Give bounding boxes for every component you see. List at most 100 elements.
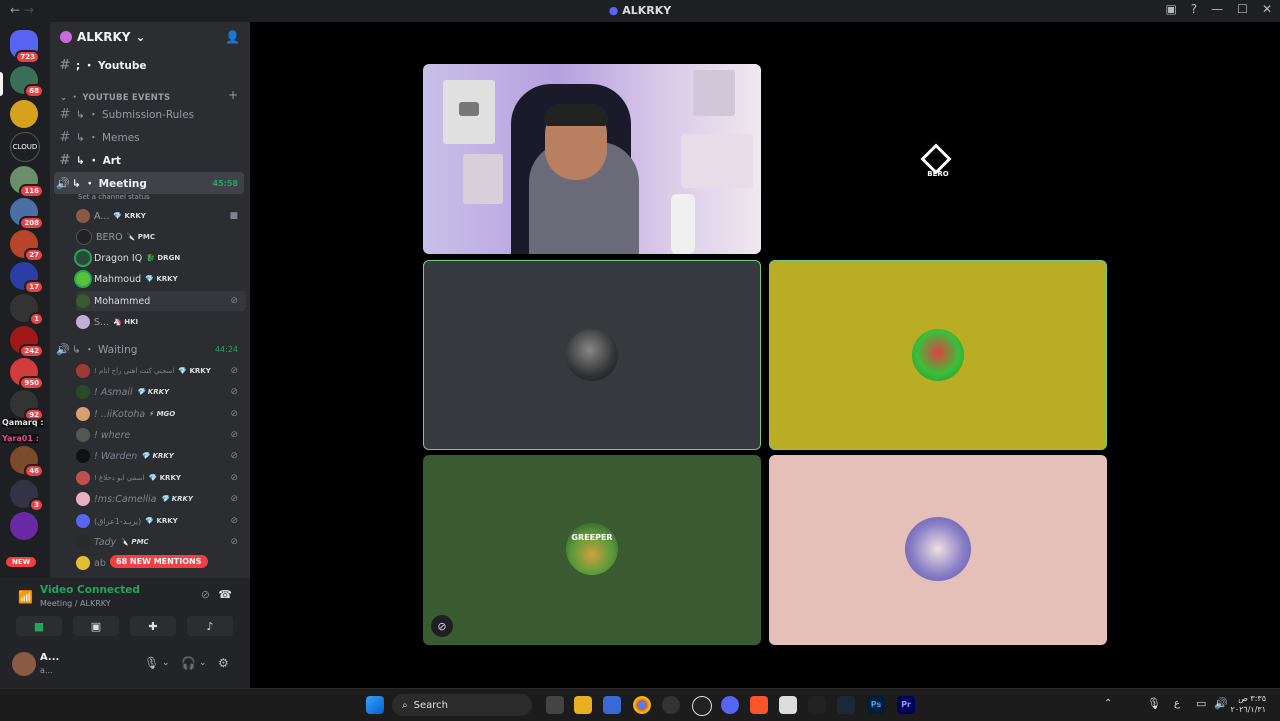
- add-channel-icon[interactable]: +: [228, 88, 238, 102]
- system-clock[interactable]: ٣:٣٥ ص ٢٠٢٦/١/٣١: [1231, 693, 1266, 715]
- server-icon[interactable]: 46: [10, 446, 44, 478]
- channel-youtube[interactable]: #; ・ Youtube: [54, 55, 244, 75]
- video-tile-user[interactable]: [769, 455, 1107, 645]
- help-icon[interactable]: ?: [1191, 2, 1197, 16]
- channel-art[interactable]: # ↳ ・ Art: [54, 150, 244, 170]
- video-tile-user[interactable]: [423, 260, 761, 450]
- voice-member[interactable]: Mahmoud 💎 KRKY: [76, 269, 246, 289]
- capcut-icon[interactable]: [808, 696, 826, 714]
- signal-icon[interactable]: 📶: [18, 590, 33, 604]
- avatar[interactable]: [12, 652, 36, 676]
- discord-icon[interactable]: [721, 696, 739, 714]
- server-icon[interactable]: 1: [10, 294, 44, 326]
- mic-off-icon: ⊘: [230, 366, 238, 376]
- cloud-server-icon[interactable]: CLOUD: [10, 132, 40, 162]
- headphones-icon[interactable]: 🎧: [181, 656, 196, 670]
- add-member-icon[interactable]: 👤: [225, 30, 240, 44]
- screen-share-button[interactable]: ▣: [73, 616, 119, 636]
- voice-member[interactable]: ! Warden 💎 KRKY ⊘: [76, 446, 246, 466]
- user-panel: A... a... 🎙 ⌄ 🎧 ⌄ ⚙: [0, 642, 250, 688]
- new-badge[interactable]: NEW: [6, 557, 37, 567]
- connected-channel[interactable]: Meeting / ALKRKY: [40, 599, 111, 608]
- settings-icon[interactable]: ⚙: [218, 656, 229, 670]
- server-icon[interactable]: 242: [10, 326, 44, 358]
- language-indicator[interactable]: ع: [1174, 698, 1180, 709]
- network-icon[interactable]: ▭: [1196, 697, 1206, 710]
- app-icon[interactable]: [692, 696, 712, 716]
- file-explorer-icon[interactable]: [574, 696, 592, 714]
- video-tile-user[interactable]: [769, 260, 1107, 450]
- channel-status[interactable]: Set a channel status: [78, 193, 150, 201]
- server-icon[interactable]: [10, 100, 38, 128]
- channel-submission-rules[interactable]: # ↳ ・ Submission-Rules: [54, 104, 244, 124]
- voice-member[interactable]: (يريـد-1عراق) 💎 KRKY ⊘: [76, 511, 246, 531]
- disconnect-icon[interactable]: ☎: [218, 588, 232, 601]
- volume-icon[interactable]: 🔊: [1214, 697, 1228, 710]
- task-view-icon[interactable]: [546, 696, 564, 714]
- chrome-icon[interactable]: [633, 696, 651, 714]
- voice-channel-meeting[interactable]: 🔊 ↳ ・ Meeting 45:58: [54, 172, 244, 194]
- voice-member[interactable]: Mohammed ⊘: [76, 291, 246, 311]
- noise-suppression-icon[interactable]: ⊘: [201, 588, 210, 601]
- voice-member[interactable]: BERO 🔪 PMC: [76, 227, 246, 247]
- server-icon[interactable]: 92: [10, 390, 44, 422]
- voice-channel-waiting[interactable]: 🔊 ↳ ・ Waiting 44:24: [54, 338, 244, 360]
- app-icon[interactable]: [779, 696, 797, 714]
- activities-button[interactable]: ✚: [130, 616, 176, 636]
- steam-icon[interactable]: [837, 696, 855, 714]
- minimize-button[interactable]: —: [1211, 2, 1223, 16]
- video-tile-user[interactable]: GREEPER ⊘: [423, 455, 761, 645]
- chevron-down-icon: ⌄: [60, 93, 71, 103]
- video-tile-webcam[interactable]: [423, 64, 761, 254]
- title-bar: ← → ● ALKRKY ▣ ? — ☐ ✕: [0, 0, 1280, 22]
- server-icon[interactable]: 116: [10, 166, 44, 198]
- windows-start-icon[interactable]: [366, 696, 384, 714]
- maximize-button[interactable]: ☐: [1237, 2, 1248, 16]
- voice-member[interactable]: ! اسمي ابو دحلاغ 💎 KRKY ⊘: [76, 468, 246, 488]
- close-button[interactable]: ✕: [1262, 2, 1272, 16]
- camera-button[interactable]: ■: [16, 616, 62, 636]
- voice-member[interactable]: !ms:Camellia 💎 KRKY ⊘: [76, 489, 246, 509]
- voice-member[interactable]: ! ..iiKotoha ⚡ MGO ⊘: [76, 404, 246, 424]
- category-youtube-events[interactable]: ⌄ ・ YOUTUBE EVENTS: [60, 91, 170, 103]
- video-icon: ■: [229, 211, 238, 221]
- server-icon[interactable]: 17: [10, 262, 44, 294]
- mic-off-icon: ⊘: [230, 296, 238, 306]
- server-icon[interactable]: 68: [10, 66, 44, 98]
- store-icon[interactable]: [603, 696, 621, 714]
- soundboard-button[interactable]: ♪: [187, 616, 233, 636]
- new-mentions-badge[interactable]: 68 NEW MENTIONS: [110, 555, 208, 568]
- avatar: GREEPER: [566, 523, 618, 575]
- chevron-down-icon[interactable]: ⌄: [199, 658, 207, 668]
- brave-icon[interactable]: [750, 696, 768, 714]
- server-icon[interactable]: 208: [10, 198, 44, 230]
- microphone-icon[interactable]: 🎙: [1147, 697, 1161, 710]
- server-icon[interactable]: 950: [10, 358, 44, 390]
- mic-off-icon: ⊘: [230, 516, 238, 526]
- discord-home-icon[interactable]: 723: [10, 30, 40, 64]
- app-icon[interactable]: [662, 696, 680, 714]
- connection-status[interactable]: Video Connected: [40, 584, 140, 596]
- chevron-up-icon[interactable]: ⌃: [1104, 698, 1112, 709]
- channel-memes[interactable]: # ↳ ・ Memes: [54, 127, 244, 147]
- server-icon[interactable]: 3: [10, 480, 44, 512]
- voice-member[interactable]: ! Asmail 💎 KRKY ⊘: [76, 382, 246, 402]
- inbox-icon[interactable]: ▣: [1165, 2, 1176, 16]
- server-icon[interactable]: [10, 512, 38, 540]
- voice-member[interactable]: Tady 🔪 PMC ⊘: [76, 532, 246, 552]
- video-tile-bero[interactable]: BERO: [769, 64, 1107, 254]
- server-icon[interactable]: 27: [10, 230, 44, 262]
- premiere-icon[interactable]: Pr: [897, 696, 915, 714]
- chevron-down-icon[interactable]: ⌄: [162, 658, 170, 668]
- taskbar-search[interactable]: ⌕ Search: [392, 694, 532, 716]
- server-header[interactable]: ALKRKY ⌄ 👤: [50, 22, 250, 52]
- voice-member[interactable]: ! اسجني كنت اهني راح انام 💎 KRKY ⊘: [76, 361, 246, 381]
- voice-member[interactable]: ! where ⊘: [76, 425, 246, 445]
- voice-member[interactable]: S... 🦄 HKI: [76, 312, 246, 332]
- voice-member[interactable]: A... 💎 KRKY ■: [76, 206, 246, 226]
- username[interactable]: A...: [40, 652, 59, 663]
- voice-member[interactable]: Dragon IQ 🐉 DRGN: [76, 248, 246, 268]
- photoshop-icon[interactable]: Ps: [867, 696, 885, 714]
- speaker-icon: 🔊: [56, 176, 70, 190]
- microphone-icon[interactable]: 🎙: [144, 656, 159, 670]
